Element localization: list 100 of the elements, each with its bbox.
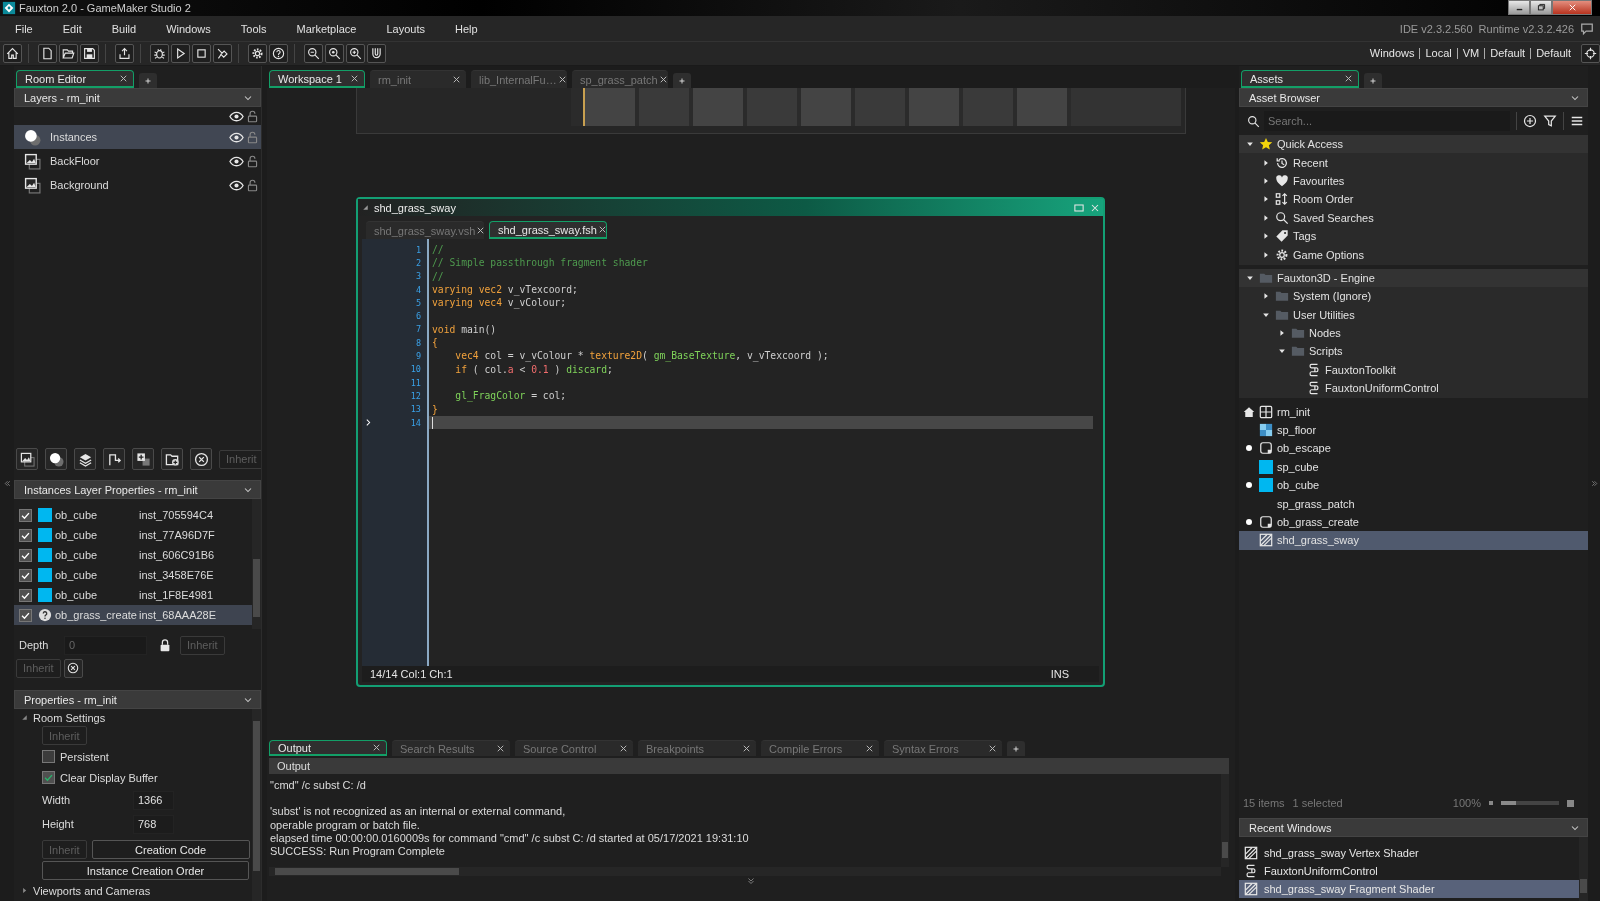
checkbox[interactable] [19, 608, 32, 622]
tree-item[interactable]: Favourites [1239, 171, 1588, 191]
add-tab-button[interactable] [1364, 73, 1382, 88]
panel-header-dropdown[interactable]: Layers - rm_init [14, 88, 261, 107]
tree-item[interactable]: Game Options [1239, 245, 1588, 264]
tree-item[interactable]: FauxtonToolkit [1239, 360, 1588, 380]
close-icon[interactable] [451, 74, 462, 85]
add-background-layer-button[interactable] [16, 448, 38, 470]
layer-row[interactable]: Instances [14, 125, 261, 149]
add-tile-layer-button[interactable] [74, 448, 96, 470]
menu-item[interactable]: Edit [51, 22, 92, 35]
home-button[interactable] [3, 44, 22, 63]
tree-item[interactable]: FauxtonUniformControl [1239, 379, 1588, 398]
close-icon[interactable] [987, 743, 998, 754]
checkbox[interactable] [42, 771, 55, 784]
recent-window-item[interactable]: shd_grass_sway Fragment Shader [1239, 880, 1579, 898]
tree-section-header[interactable]: Quick Access [1239, 135, 1588, 154]
zoom-out-button[interactable] [304, 44, 323, 63]
panel-header-dropdown[interactable]: Recent Windows [1239, 818, 1588, 837]
section-toggle[interactable]: Viewports and Cameras [20, 883, 252, 898]
tree-item[interactable]: System (Ignore) [1239, 287, 1588, 306]
unlock-icon[interactable] [246, 153, 259, 169]
menu-item[interactable]: Tools [229, 22, 277, 35]
filter-icon[interactable] [1543, 114, 1557, 128]
tree-item[interactable]: sp_grass_patch [1239, 494, 1588, 513]
add-path-layer-button[interactable] [103, 448, 125, 470]
chat-icon[interactable] [1580, 21, 1594, 36]
scrollbar[interactable] [269, 867, 1221, 876]
tab[interactable]: shd_grass_sway.fsh [489, 221, 607, 239]
menu-item[interactable]: Build [100, 22, 147, 35]
tree-item[interactable]: Scripts [1239, 342, 1588, 361]
minimize-button[interactable] [1508, 0, 1530, 15]
target-button[interactable] [1581, 44, 1600, 63]
section-toggle[interactable]: Room Settings [20, 710, 252, 725]
tree-item[interactable]: ob_grass_create [1239, 512, 1588, 532]
close-icon[interactable] [349, 73, 360, 84]
delete-layer-button[interactable] [190, 448, 212, 470]
tree-item[interactable]: Recent [1239, 153, 1588, 172]
target-option[interactable]: VM [1456, 48, 1485, 59]
tree-item[interactable]: Room Order [1239, 190, 1588, 209]
tree-item[interactable]: sp_cube [1239, 457, 1588, 477]
unlock-icon[interactable] [246, 177, 259, 193]
zoom-reset-button[interactable] [325, 44, 344, 63]
zoom-slider[interactable] [1501, 801, 1559, 805]
tree-item[interactable]: Saved Searches [1239, 208, 1588, 227]
tree-item[interactable]: User Utilities [1239, 305, 1588, 324]
tree-item[interactable]: sp_floor [1239, 420, 1588, 440]
debug-button[interactable] [150, 44, 169, 63]
new-file-button[interactable] [38, 44, 57, 63]
zoom-in-button[interactable] [346, 44, 365, 63]
close-icon[interactable] [495, 743, 506, 754]
creation-order-button[interactable]: Instance Creation Order [42, 861, 249, 880]
instance-row[interactable]: ob_grass_create inst_68AAA28E [14, 605, 252, 625]
open-folder-button[interactable] [59, 44, 78, 63]
export-button[interactable] [115, 44, 134, 63]
close-icon[interactable] [1343, 73, 1354, 84]
tree-item[interactable]: rm_init [1239, 402, 1588, 421]
expand-down-icon[interactable] [746, 876, 756, 886]
add-folder-button[interactable] [161, 448, 183, 470]
menu-item[interactable]: Windows [155, 22, 221, 35]
save-button[interactable] [80, 44, 99, 63]
expand-right-icon[interactable] [1589, 479, 1599, 488]
target-option[interactable]: Local [1419, 48, 1457, 59]
stop-button[interactable] [192, 44, 211, 63]
layer-row[interactable]: Background [14, 173, 261, 197]
add-tab-button[interactable] [673, 73, 691, 88]
magnet-button[interactable] [367, 44, 386, 63]
checkbox[interactable] [42, 750, 55, 763]
scrollbar[interactable] [1221, 774, 1229, 867]
close-icon[interactable] [371, 742, 382, 753]
instance-row[interactable]: ob_cube inst_77A96D7F [14, 525, 252, 545]
tree-section-header[interactable]: Fauxton3D - Engine [1239, 268, 1588, 288]
recent-window-item[interactable]: shd_grass_sway Vertex Shader [1239, 844, 1579, 862]
panel-header-dropdown[interactable]: Instances Layer Properties - rm_init [14, 480, 261, 499]
tree-item[interactable]: shd_grass_sway [1239, 531, 1588, 550]
number-field[interactable]: 1366 [133, 790, 174, 810]
instance-row[interactable]: ob_cube inst_3458E76E [14, 565, 252, 585]
menu-item[interactable]: Marketplace [285, 22, 367, 35]
search-field[interactable]: Search... [1264, 111, 1510, 131]
close-icon[interactable] [741, 743, 752, 754]
tab[interactable]: Workspace 1 [269, 70, 365, 88]
add-instance-layer-button[interactable] [45, 448, 67, 470]
close-icon[interactable] [864, 743, 875, 754]
menu-icon[interactable] [1570, 114, 1584, 128]
close-icon[interactable] [618, 743, 629, 754]
tree-item[interactable]: Tags [1239, 226, 1588, 246]
tab[interactable]: Output [269, 740, 387, 756]
clean-button[interactable] [213, 44, 232, 63]
panel-header-dropdown[interactable]: Asset Browser [1239, 88, 1588, 107]
tree-item[interactable]: ob_cube [1239, 476, 1588, 495]
add-tab-button[interactable] [139, 73, 157, 88]
checkbox[interactable] [19, 528, 32, 542]
scrollbar[interactable] [252, 499, 261, 629]
tab[interactable]: Room Editor [16, 70, 134, 88]
unlock-icon[interactable] [246, 108, 259, 124]
menu-item[interactable]: Layouts [375, 22, 435, 35]
number-field[interactable]: 768 [133, 814, 174, 834]
layer-row[interactable]: BackFloor [14, 149, 261, 173]
target-option[interactable]: Default [1484, 48, 1531, 59]
instance-row[interactable]: ob_cube inst_705594C4 [14, 505, 252, 525]
